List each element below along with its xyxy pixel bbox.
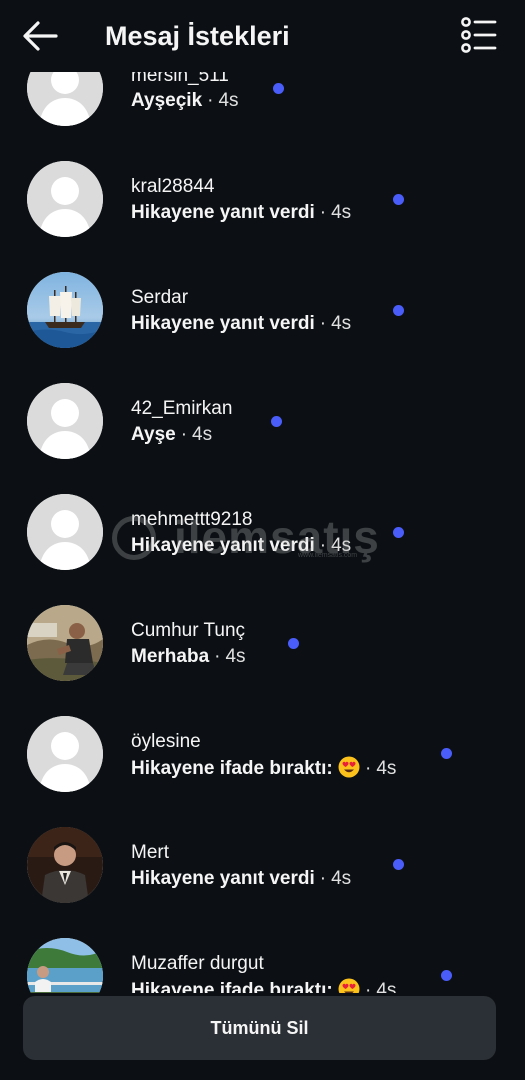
unread-dot [271, 416, 282, 427]
request-name: Mert [131, 842, 169, 863]
separator: · [207, 90, 214, 111]
avatar [27, 383, 103, 459]
unread-dot [393, 527, 404, 538]
request-time: 4s [192, 424, 213, 445]
request-preview: Hikayene ifade bıraktı: · 4s [131, 756, 396, 781]
request-row[interactable]: Cumhur Tunç Merhaba · 4s [0, 594, 525, 694]
request-preview: Merhaba · 4s [131, 645, 246, 669]
unread-dot [441, 748, 452, 759]
request-message: Hikayene yanıt verdi [131, 868, 315, 889]
unread-dot [441, 970, 452, 981]
request-name: 42_Emirkan [131, 398, 233, 419]
request-row[interactable]: Serdar Hikayene yanıt verdi · 4s [0, 261, 525, 361]
request-preview: Ayşe · 4s [131, 423, 212, 447]
avatar [27, 827, 103, 903]
request-time: 4s [376, 758, 397, 779]
avatar [27, 494, 103, 570]
request-message: Merhaba [131, 646, 210, 667]
delete-all-button[interactable]: Tümünü Sil [23, 996, 496, 1060]
unread-dot [393, 194, 404, 205]
request-message: Hikayene yanıt verdi [131, 313, 315, 334]
request-name: kral28844 [131, 176, 215, 197]
separator: · [180, 424, 188, 445]
list-options-icon [461, 17, 497, 53]
avatar [27, 938, 103, 995]
request-message: Hikayene yanıt verdi [131, 535, 315, 556]
page-title: Mesaj İstekleri [105, 21, 290, 51]
filter-options-button[interactable] [458, 16, 498, 54]
request-time: 4s [331, 868, 352, 889]
request-message: Hikayene ifade bıraktı: [131, 758, 333, 779]
request-time: 4s [331, 202, 352, 223]
separator: · [319, 868, 327, 889]
request-message: Ayşeçik [131, 90, 203, 111]
arrow-left-icon [23, 21, 58, 51]
heart-eyes-emoji-icon [338, 756, 360, 778]
separator: · [319, 535, 327, 556]
message-request-list: mersin_511 Ayşeçik · 4s kral28844 Hikayene… [0, 0, 525, 995]
request-name: Serdar [131, 287, 189, 308]
unread-dot [393, 305, 404, 316]
request-preview: Hikayene yanıt verdi · 4s [131, 867, 351, 891]
request-row[interactable]: kral28844 Hikayene yanıt verdi · 4s [0, 150, 525, 250]
separator: · [214, 646, 221, 667]
request-time: 4s [331, 535, 352, 556]
separator: · [364, 758, 372, 779]
request-message: Ayşe [131, 424, 176, 445]
unread-dot [393, 859, 404, 870]
request-message: Hikayene yanıt verdi [131, 202, 315, 223]
bottom-bar: Tümünü Sil [0, 993, 525, 1080]
request-preview: Hikayene yanıt verdi · 4s [131, 312, 351, 336]
avatar [27, 605, 103, 681]
request-time: 4s [331, 313, 352, 334]
request-name: Cumhur Tunç [131, 620, 246, 641]
request-row[interactable]: mehmettt9218 Hikayene yanıt verdi · 4s [0, 483, 525, 583]
avatar [27, 272, 103, 348]
request-time: 4s [225, 646, 246, 667]
separator: · [319, 202, 327, 223]
request-name: Muzaffer durgut [131, 953, 264, 974]
back-button[interactable] [20, 18, 60, 54]
request-preview: Hikayene yanıt verdi · 4s [131, 201, 351, 225]
request-name: mehmettt9218 [131, 509, 253, 530]
separator: · [319, 313, 327, 334]
avatar [27, 161, 103, 237]
avatar [27, 716, 103, 792]
request-preview: Hikayene yanıt verdi · 4s [131, 534, 351, 558]
request-row[interactable]: 42_Emirkan Ayşe · 4s [0, 372, 525, 472]
request-time: 4s [218, 90, 239, 111]
request-name: öylesine [131, 731, 201, 752]
request-row[interactable]: öylesine Hikayene ifade bıraktı: · 4s [0, 705, 525, 805]
top-bar: Mesaj İstekleri [0, 0, 525, 72]
request-row[interactable]: Mert Hikayene yanıt verdi · 4s [0, 816, 525, 916]
request-preview: Ayşeçik · 4s [131, 89, 239, 113]
unread-dot [273, 83, 284, 94]
request-row[interactable]: Muzaffer durgut Hikayene ifade bıraktı: … [0, 927, 525, 995]
unread-dot [288, 638, 299, 649]
